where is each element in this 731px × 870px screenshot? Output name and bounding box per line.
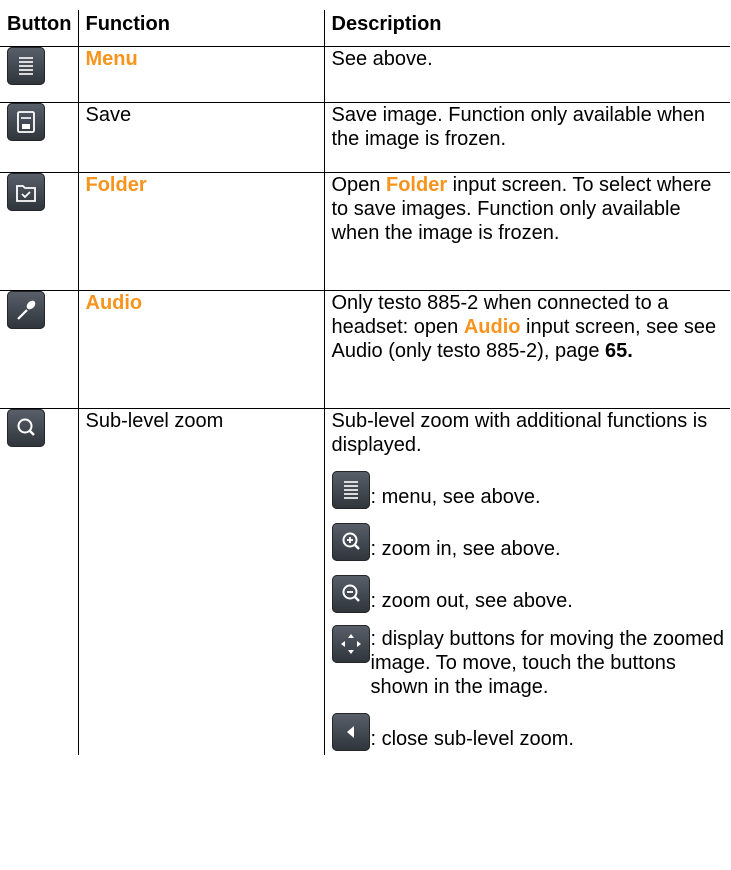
sub-item-zoom-in: : zoom in, see above.	[331, 523, 731, 561]
folder-icon	[7, 173, 45, 211]
function-sub-level-zoom: Sub-level zoom	[77, 408, 325, 755]
menu-icon	[331, 471, 370, 509]
table-row: Audio Only testo 885-2 when connected to…	[0, 290, 730, 409]
sub-item-zoom-out: : zoom out, see above.	[331, 575, 731, 613]
zoom-icon	[7, 409, 45, 447]
header-function: Function	[77, 10, 325, 47]
save-icon	[7, 103, 45, 141]
header-description: Description	[323, 10, 730, 47]
function-save: Save	[77, 102, 325, 173]
menu-icon	[7, 47, 45, 85]
table-row: Folder Open Folder input screen. To sele…	[0, 172, 730, 291]
description-audio: Only testo 885-2 when connected to a hea…	[323, 290, 730, 409]
close-arrow-icon	[331, 713, 370, 751]
description-folder: Open Folder input screen. To select wher…	[323, 172, 730, 291]
zoom-in-icon	[331, 523, 370, 561]
table-row: Menu See above.	[0, 46, 730, 103]
sub-item-move: : display buttons for moving the zoomed …	[331, 625, 731, 699]
function-folder: Folder	[77, 172, 325, 291]
description-save: Save image. Function only available when…	[323, 102, 730, 173]
table-row: Sub-level zoom Sub-level zoom with addit…	[0, 408, 731, 755]
function-audio: Audio	[77, 290, 325, 409]
header-button: Button	[0, 10, 79, 47]
zoom-out-icon	[331, 575, 370, 613]
button-function-table: Button Function Description Menu See abo…	[0, 10, 730, 755]
description-menu: See above.	[323, 46, 730, 103]
sub-item-menu: : menu, see above.	[331, 471, 731, 509]
sub-level-zoom-intro: Sub-level zoom with additional functions…	[331, 410, 708, 456]
table-header-row: Button Function Description	[0, 10, 730, 47]
function-menu: Menu	[77, 46, 325, 103]
sub-item-close: : close sub-level zoom.	[331, 713, 731, 751]
move-arrows-icon	[331, 625, 370, 663]
description-sub-level-zoom: Sub-level zoom with additional functions…	[323, 408, 731, 755]
table-row: Save Save image. Function only available…	[0, 102, 730, 173]
microphone-icon	[7, 291, 45, 329]
